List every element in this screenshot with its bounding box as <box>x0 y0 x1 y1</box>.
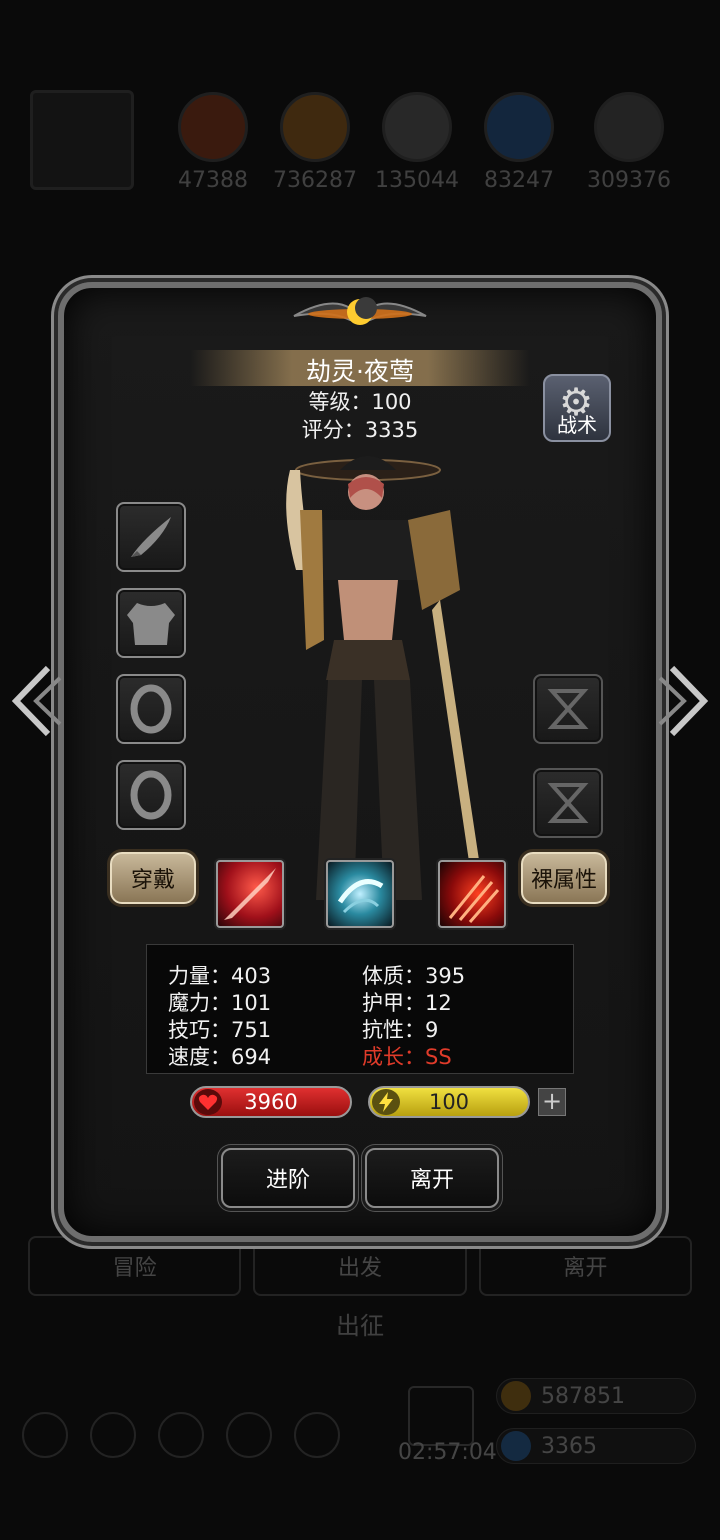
equipment-slot-armor[interactable] <box>116 588 186 658</box>
crimson-slash-skill-icon <box>224 868 276 920</box>
player-avatar <box>30 90 134 190</box>
menu-icon <box>22 1412 68 1458</box>
add-energy-button[interactable]: + <box>538 1088 566 1116</box>
hero-score: 评分：3335 <box>301 418 419 442</box>
skill-slot-2[interactable] <box>326 860 394 928</box>
hp-value: 3960 <box>244 1090 298 1114</box>
tab-leave: 离开 <box>478 1236 692 1296</box>
resource-3: 135044 <box>372 92 462 193</box>
gift-box-icon <box>408 1386 474 1446</box>
stat-growth: 成长：SS <box>362 1045 452 1069</box>
stat-skill: 技巧：751 <box>168 1018 272 1042</box>
gold-counter: 587851 <box>496 1378 696 1414</box>
heart-icon <box>194 1089 222 1115</box>
energy-bar: 100 <box>368 1086 530 1118</box>
blood-claw-skill-icon <box>448 875 500 923</box>
hp-bar: 3960 <box>190 1086 352 1118</box>
leave-button[interactable]: 离开 <box>365 1148 499 1208</box>
menu-icon <box>90 1412 136 1458</box>
equipment-slot-weapon[interactable] <box>116 502 186 572</box>
next-hero-arrow-icon[interactable] <box>656 664 712 738</box>
armor-icon <box>127 603 175 645</box>
stat-constitution: 体质：395 <box>362 964 466 988</box>
hero-level: 等级：100 <box>308 390 412 414</box>
stat-speed: 速度：694 <box>168 1045 272 1069</box>
skill-slot-1[interactable] <box>216 860 284 928</box>
blade-icon <box>131 517 171 557</box>
expedition-label: 出征 <box>336 1312 384 1340</box>
timer: 02:57:04 <box>398 1440 497 1465</box>
moon-ornament-icon <box>293 297 427 325</box>
menu-icon <box>158 1412 204 1458</box>
bottom-menu-icons <box>22 1412 340 1458</box>
ring-icon <box>130 684 172 734</box>
hourglass-icon <box>547 783 589 823</box>
accessory-slot-1[interactable] <box>533 674 603 744</box>
background-tabs: 冒险 出发 离开 <box>28 1236 692 1296</box>
menu-icon <box>294 1412 340 1458</box>
lightning-icon <box>372 1089 400 1115</box>
hourglass-icon <box>547 689 589 729</box>
resource-5: 309376 <box>584 92 674 193</box>
menu-icon <box>226 1412 272 1458</box>
base-attributes-button[interactable]: 裸属性 <box>521 852 607 904</box>
stat-resistance: 抗性：9 <box>362 1018 439 1042</box>
equipment-slot-ring-2[interactable] <box>116 760 186 830</box>
energy-value: 100 <box>428 1090 470 1114</box>
stat-strength: 力量：403 <box>168 964 272 988</box>
ring-icon <box>130 770 172 820</box>
stat-magic: 魔力：101 <box>168 991 272 1015</box>
resource-2: 736287 <box>270 92 360 193</box>
accessory-slot-2[interactable] <box>533 768 603 838</box>
hero-name: 劫灵·夜莺 <box>306 357 414 386</box>
stat-armor: 护甲：12 <box>362 991 452 1015</box>
wear-button[interactable]: 穿戴 <box>110 852 196 904</box>
previous-hero-arrow-icon[interactable] <box>8 664 64 738</box>
advance-button[interactable]: 进阶 <box>221 1148 355 1208</box>
resource-4: 83247 <box>474 92 564 193</box>
tactics-button[interactable]: ⚙ 战术 <box>543 374 611 442</box>
tab-depart: 出发 <box>253 1236 467 1296</box>
tab-adventure: 冒险 <box>28 1236 242 1296</box>
equipment-slot-ring-1[interactable] <box>116 674 186 744</box>
gem-counter: 3365 <box>496 1428 696 1464</box>
frost-vortex-skill-icon <box>337 879 384 914</box>
skill-slot-3[interactable] <box>438 860 506 928</box>
tactics-label: 战术 <box>557 413 597 437</box>
resource-1: 47388 <box>168 92 258 193</box>
